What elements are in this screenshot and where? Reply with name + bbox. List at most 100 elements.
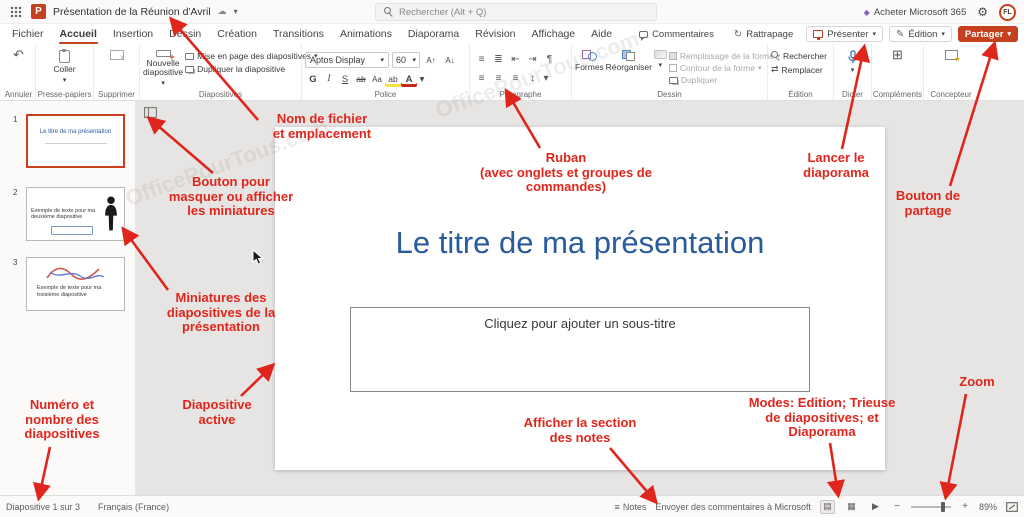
search-box[interactable]: Rechercher (Alt + Q) <box>375 3 657 21</box>
feedback-button[interactable]: Envoyer des commentaires à Microsoft <box>655 502 811 512</box>
tab-aide[interactable]: Aide <box>583 24 620 44</box>
shrink-font-button[interactable]: A↓ <box>442 52 458 68</box>
paste-chevron-icon: ▾ <box>62 77 67 84</box>
document-title[interactable]: Présentation de la Réunion d'Avril <box>53 6 211 18</box>
font-name-value: Aptos Display <box>310 55 366 65</box>
editing-chevron-icon: ▾ <box>941 31 945 38</box>
app-launcher-button[interactable] <box>8 4 24 20</box>
bullets-button[interactable]: ≡ <box>473 52 490 67</box>
view-slideshow-button[interactable]: ▶ <box>868 500 883 514</box>
shape-styles-chevron-icon: ▾ <box>658 62 663 69</box>
zoom-out-button[interactable]: − <box>892 501 902 512</box>
paragraph-more-chevron[interactable]: ▾ <box>541 71 551 86</box>
grow-font-button[interactable]: A↑ <box>423 52 439 68</box>
text-direction-button[interactable]: ¶ <box>541 52 558 67</box>
editing-mode-button[interactable]: ✎ Édition ▾ <box>888 26 952 42</box>
zoom-in-button[interactable]: + <box>960 501 970 512</box>
view-slide-sorter-button[interactable]: ▦ <box>844 500 859 514</box>
replace-button[interactable]: ⇄ Remplacer <box>771 64 827 75</box>
slide-layout-button[interactable]: Mise en page des diapositives ▾ <box>185 51 318 61</box>
find-button[interactable]: Rechercher <box>771 51 827 61</box>
buy-microsoft365-link[interactable]: ◆ Acheter Microsoft 365 <box>864 7 967 18</box>
addins-button[interactable]: ⊞ <box>892 47 903 88</box>
text-highlight-button[interactable]: ab <box>385 71 401 87</box>
align-right-button[interactable]: ≡ <box>507 71 524 86</box>
arrange-button[interactable]: Réorganiser <box>606 47 652 88</box>
delete-slide-button[interactable] <box>109 47 126 88</box>
buy-label: Acheter Microsoft 365 <box>873 6 967 18</box>
bold-button[interactable]: G <box>305 71 321 87</box>
zoom-percentage[interactable]: 89% <box>979 502 997 512</box>
indent-button[interactable]: ⇥ <box>524 52 541 67</box>
clear-formatting-button[interactable]: Aa <box>369 71 385 87</box>
align-center-button[interactable]: ≡ <box>490 71 507 86</box>
align-left-button[interactable]: ≡ <box>473 71 490 86</box>
catchup-icon: ↻ <box>733 28 743 40</box>
premium-diamond-icon: ◆ <box>863 7 870 17</box>
tab-accueil[interactable]: Accueil <box>52 24 105 44</box>
outdent-button[interactable]: ⇤ <box>507 52 524 67</box>
duplicate-slide-button[interactable]: Dupliquer la diapositive <box>185 64 317 74</box>
line-spacing-button[interactable]: ↕ <box>524 71 541 86</box>
new-slide-button[interactable]: Nouvelle diapositive ▾ <box>143 47 183 88</box>
designer-button[interactable]: ★ <box>944 47 961 88</box>
title-chevron-icon[interactable]: ▾ <box>234 7 238 16</box>
font-color-button[interactable]: A <box>401 71 417 87</box>
zoom-slider[interactable] <box>910 501 951 512</box>
font-size-select[interactable]: 60 ▾ <box>392 52 420 68</box>
slide-1-thumbnail[interactable]: Le titre de ma présentation <box>26 114 125 168</box>
tab-dessin[interactable]: Dessin <box>161 24 209 44</box>
underline-button[interactable]: S <box>337 71 353 87</box>
account-avatar[interactable]: FL <box>999 3 1016 21</box>
toggle-thumbnails-button[interactable] <box>142 105 159 120</box>
italic-button[interactable]: I <box>321 71 337 87</box>
dictate-chevron-icon: ▾ <box>850 67 855 74</box>
tab-transitions[interactable]: Transitions <box>265 24 332 44</box>
settings-gear-icon[interactable]: ⚙ <box>977 5 988 19</box>
shape-outline-chevron-icon: ▾ <box>757 65 762 72</box>
slide-3-thumbnail[interactable]: Exemple de texte pour ma troisième diapo… <box>26 257 125 311</box>
tab-affichage[interactable]: Affichage <box>524 24 584 44</box>
tab-creation[interactable]: Création <box>209 24 265 44</box>
tab-diaporama[interactable]: Diaporama <box>400 24 467 44</box>
paste-button[interactable]: Coller ▾ <box>53 47 76 88</box>
font-name-select[interactable]: Aptos Display ▾ <box>305 52 389 68</box>
numbering-button[interactable]: ≣ <box>490 52 507 67</box>
comments-button[interactable]: Commentaires <box>632 26 721 42</box>
statusbar-left: Diapositive 1 sur 3 Français (France) <box>6 502 169 512</box>
strikethrough-button[interactable]: ab <box>353 71 369 87</box>
tab-fichier[interactable]: Fichier <box>4 24 52 44</box>
notes-label: Notes <box>622 501 647 512</box>
notes-toggle-button[interactable]: ≡ Notes <box>615 502 647 512</box>
slide-title-text[interactable]: Le titre de ma présentation <box>275 225 885 261</box>
slide-2-thumbnail[interactable]: Exemple de texte pour ma deuxième diapos… <box>26 187 125 241</box>
catchup-button[interactable]: ↻ Rattrapage <box>726 26 801 42</box>
subtitle-placeholder[interactable]: Cliquez pour ajouter un sous-titre <box>350 307 810 392</box>
present-button[interactable]: Présenter ▾ <box>806 26 883 42</box>
zoom-slider-thumb[interactable] <box>940 501 945 512</box>
active-slide[interactable]: Le titre de ma présentation Cliquez pour… <box>275 127 885 470</box>
undo-button[interactable]: ↶ <box>13 47 24 88</box>
powerpoint-logo-icon[interactable]: P <box>31 4 46 19</box>
shape-fill-icon <box>668 52 677 60</box>
shape-styles-button[interactable]: ▾ <box>653 47 667 88</box>
dictate-button[interactable]: ▾ <box>847 47 859 88</box>
shapes-button[interactable]: Formes <box>575 47 604 88</box>
font-more-chevron[interactable]: ▾ <box>417 71 427 87</box>
tab-animations[interactable]: Animations <box>332 24 400 44</box>
language-button[interactable]: Français (France) <box>98 502 169 512</box>
tab-insertion[interactable]: Insertion <box>105 24 161 44</box>
tab-revision[interactable]: Révision <box>467 24 523 44</box>
shape-fill-button[interactable]: Remplissage de la forme ▾ <box>668 51 780 61</box>
shape-outline-button[interactable]: Contour de la forme ▾ <box>668 63 781 73</box>
catchup-label: Rattrapage <box>746 28 794 40</box>
share-button[interactable]: Partager ▾ <box>957 26 1018 42</box>
view-normal-button[interactable]: ▤ <box>819 499 835 514</box>
paste-label: Coller <box>53 64 76 74</box>
statusbar-right: ≡ Notes Envoyer des commentaires à Micro… <box>615 499 1018 514</box>
comments-icon <box>639 30 649 41</box>
person-silhouette-image <box>105 196 117 231</box>
duplicate-shape-button[interactable]: Dupliquer <box>668 75 781 85</box>
fit-to-window-button[interactable] <box>1006 501 1018 512</box>
present-label: Présenter <box>827 28 869 40</box>
